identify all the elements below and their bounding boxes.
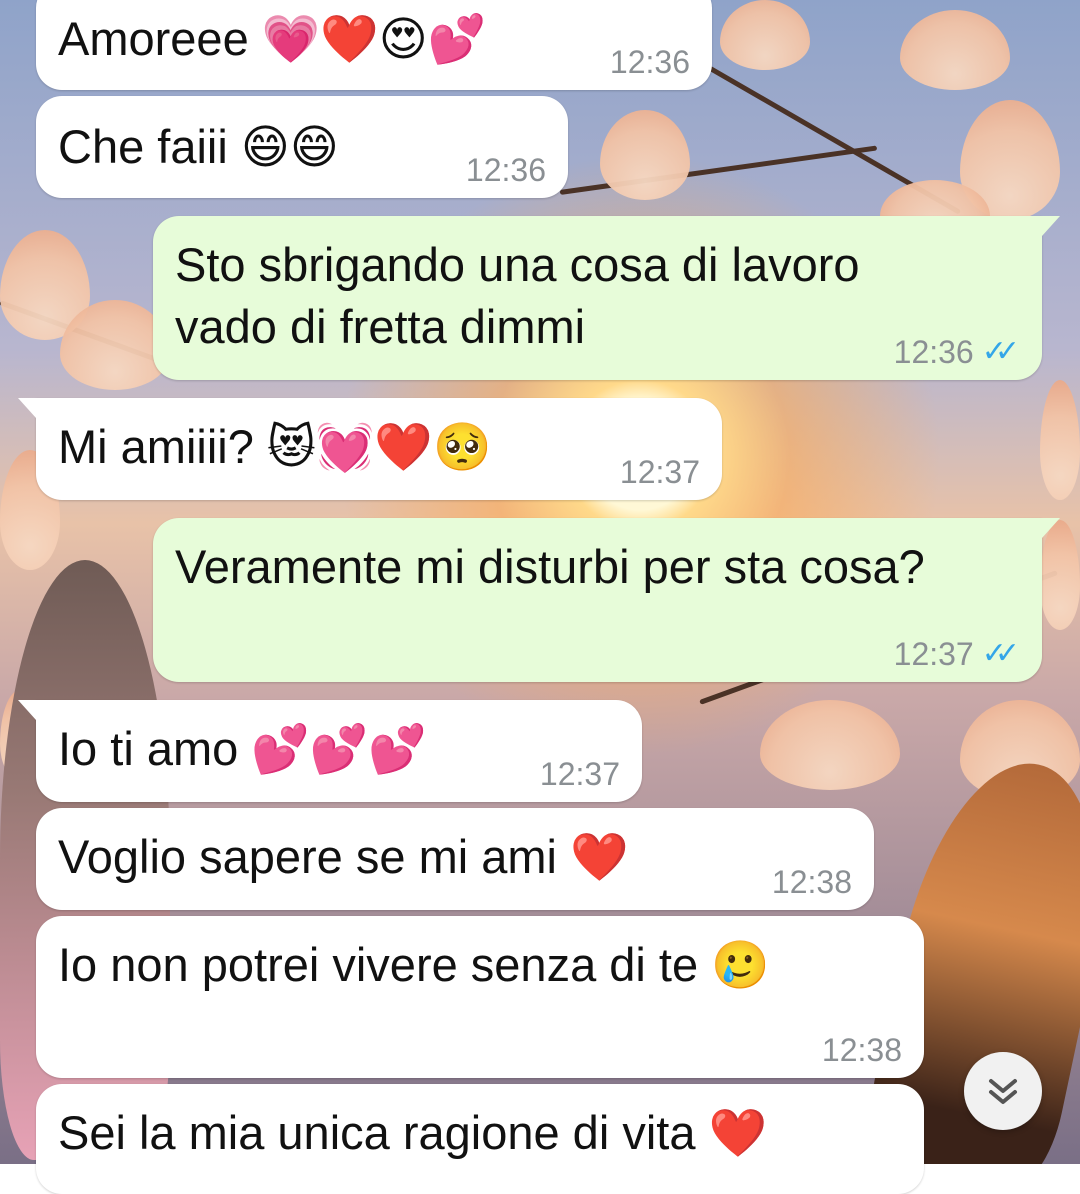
message-bubble[interactable]: Sei la mia unica ragione di vita ❤️ [36,1084,924,1194]
message-bubble[interactable]: Che faiii 😄😄 12:36 [36,96,568,198]
message-time: 12:37 [619,454,700,490]
message-time: 12:38 [771,864,852,900]
read-receipt-icon: ✓✓ [981,637,1020,670]
message-time: 12:36 [893,334,974,370]
message-text: Io ti amo 💕💕💕 [58,722,427,775]
message-list[interactable]: Amoreee 💗❤️😍💕 12:36 Che faiii 😄😄 12:36 S… [0,0,1080,1194]
message-text: Io non potrei vivere senza di te 🥲 [58,938,770,991]
message-bubble-outgoing[interactable]: Sto sbrigando una cosa di lavoro vado di… [153,216,1060,380]
message-time: 12:36 [609,44,690,80]
message-time: 12:36 [465,152,546,188]
message-bubble[interactable]: Amoreee 💗❤️😍💕 12:36 [36,0,712,90]
message-text: Sei la mia unica ragione di vita ❤️ [58,1106,768,1159]
message-text: Voglio sapere se mi ami ❤️ [58,830,629,883]
message-bubble-outgoing[interactable]: Veramente mi disturbi per sta cosa? 12:3… [153,518,1060,682]
message-text: Amoreee 💗❤️😍💕 [58,12,487,65]
message-bubble[interactable]: Io ti amo 💕💕💕 12:37 [18,700,642,802]
message-text: Mi amiiii? 😻💓❤️🥺 [58,420,492,473]
message-bubble[interactable]: Voglio sapere se mi ami ❤️ 12:38 [36,808,874,910]
message-bubble[interactable]: Io non potrei vivere senza di te 🥲 12:38 [36,916,924,1078]
read-receipt-icon: ✓✓ [981,335,1020,368]
message-time: 12:38 [821,1032,902,1068]
message-bubble[interactable]: Mi amiiii? 😻💓❤️🥺 12:37 [18,398,722,500]
message-text: Veramente mi disturbi per sta cosa? [175,540,925,593]
scroll-to-bottom-button[interactable] [964,1052,1042,1130]
double-chevron-down-icon [989,1079,1017,1104]
message-time: 12:37 [893,636,974,672]
message-time: 12:37 [539,756,620,792]
